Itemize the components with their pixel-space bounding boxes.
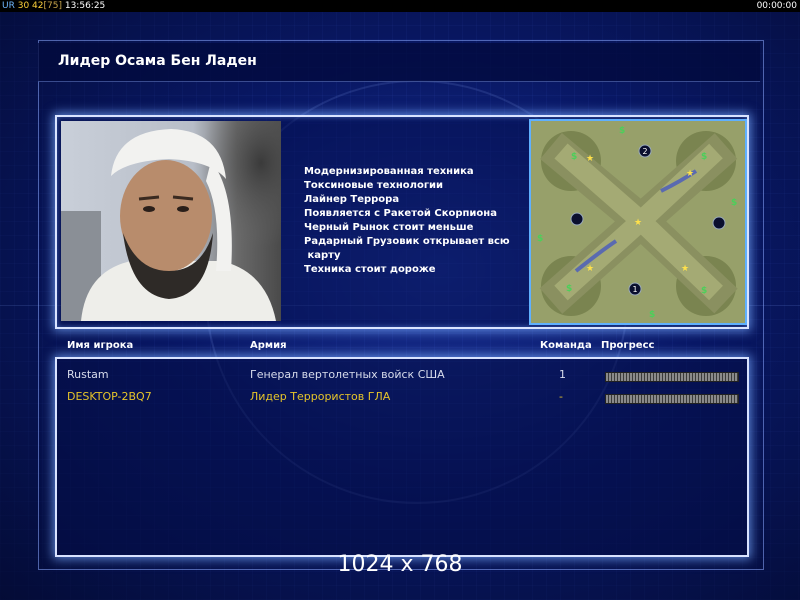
- feature-item: карту: [304, 250, 341, 261]
- player-army: Генерал вертолетных войск США: [250, 368, 445, 381]
- svg-text:★: ★: [686, 169, 694, 179]
- feature-item: Радарный Грузовик открывает всю: [304, 236, 510, 247]
- stat-a: 30: [17, 1, 30, 11]
- ur-label: UR: [2, 1, 15, 11]
- start-position-marker: [570, 212, 584, 226]
- svg-text:★: ★: [681, 264, 689, 274]
- resolution-overlay: 1024 x 768: [337, 552, 463, 577]
- feature-item: Появляется с Ракетой Скорпиона: [304, 208, 497, 219]
- fps-readout: UR 30 42[75] 13:56:25: [2, 0, 105, 12]
- player-name: DESKTOP-2BQ7: [67, 390, 152, 403]
- svg-text:$: $: [566, 284, 572, 294]
- feature-item: Черный Рынок стоит меньше: [304, 222, 474, 233]
- stat-c: [75]: [43, 1, 62, 11]
- start-position-marker: [712, 216, 726, 230]
- feature-item: Техника стоит дороже: [304, 264, 436, 275]
- svg-text:$: $: [701, 152, 707, 162]
- general-portrait: [61, 121, 281, 321]
- start-label: 2: [642, 147, 647, 156]
- player-team: 1: [559, 368, 566, 381]
- page-title: Лидер Осама Бен Ладен: [58, 53, 257, 69]
- svg-text:★: ★: [634, 218, 642, 228]
- svg-text:★: ★: [586, 264, 594, 274]
- svg-text:★: ★: [586, 154, 594, 164]
- player-row: Rustam Генерал вертолетных войск США 1: [57, 368, 747, 384]
- feature-item: Модернизированная техника: [304, 166, 474, 177]
- map-preview: ★ ★ ★ ★ ★ $ $ $ $ $ $ $ $ 2 1: [529, 119, 747, 325]
- svg-text:$: $: [537, 234, 543, 244]
- top-status-bar: UR 30 42[75] 13:56:25 00:00:00: [0, 0, 800, 12]
- feature-item: Токсиновые технологии: [304, 180, 444, 191]
- player-table-header: Имя игрока Армия Команда Прогресс: [0, 340, 800, 356]
- svg-text:$: $: [701, 286, 707, 296]
- header-player-name: Имя игрока: [67, 340, 134, 351]
- loading-progress-bar: [605, 394, 739, 404]
- player-row: DESKTOP-2BQ7 Лидер Террористов ГЛА -: [57, 390, 747, 406]
- game-timer: 00:00:00: [756, 1, 797, 11]
- loading-progress-bar: [605, 372, 739, 382]
- svg-text:$: $: [619, 126, 625, 136]
- svg-text:$: $: [571, 152, 577, 162]
- player-name: Rustam: [67, 368, 109, 381]
- player-army: Лидер Террористов ГЛА: [250, 390, 391, 403]
- general-features-list: Модернизированная техника Токсиновые тех…: [304, 165, 510, 277]
- header-team: Команда: [540, 340, 592, 351]
- header-army: Армия: [250, 340, 287, 351]
- player-team: -: [559, 390, 563, 403]
- clock: 13:56:25: [64, 1, 106, 11]
- start-label: 1: [632, 285, 637, 294]
- general-info-panel: Модернизированная техника Токсиновые тех…: [55, 115, 749, 329]
- svg-text:$: $: [649, 310, 655, 320]
- header-progress: Прогресс: [601, 340, 655, 351]
- player-list: Rustam Генерал вертолетных войск США 1 D…: [55, 357, 749, 557]
- feature-item: Лайнер Террора: [304, 194, 400, 205]
- title-bar: Лидер Осама Бен Ладен: [38, 43, 760, 82]
- svg-text:$: $: [731, 198, 737, 208]
- stat-b: 42: [32, 1, 44, 11]
